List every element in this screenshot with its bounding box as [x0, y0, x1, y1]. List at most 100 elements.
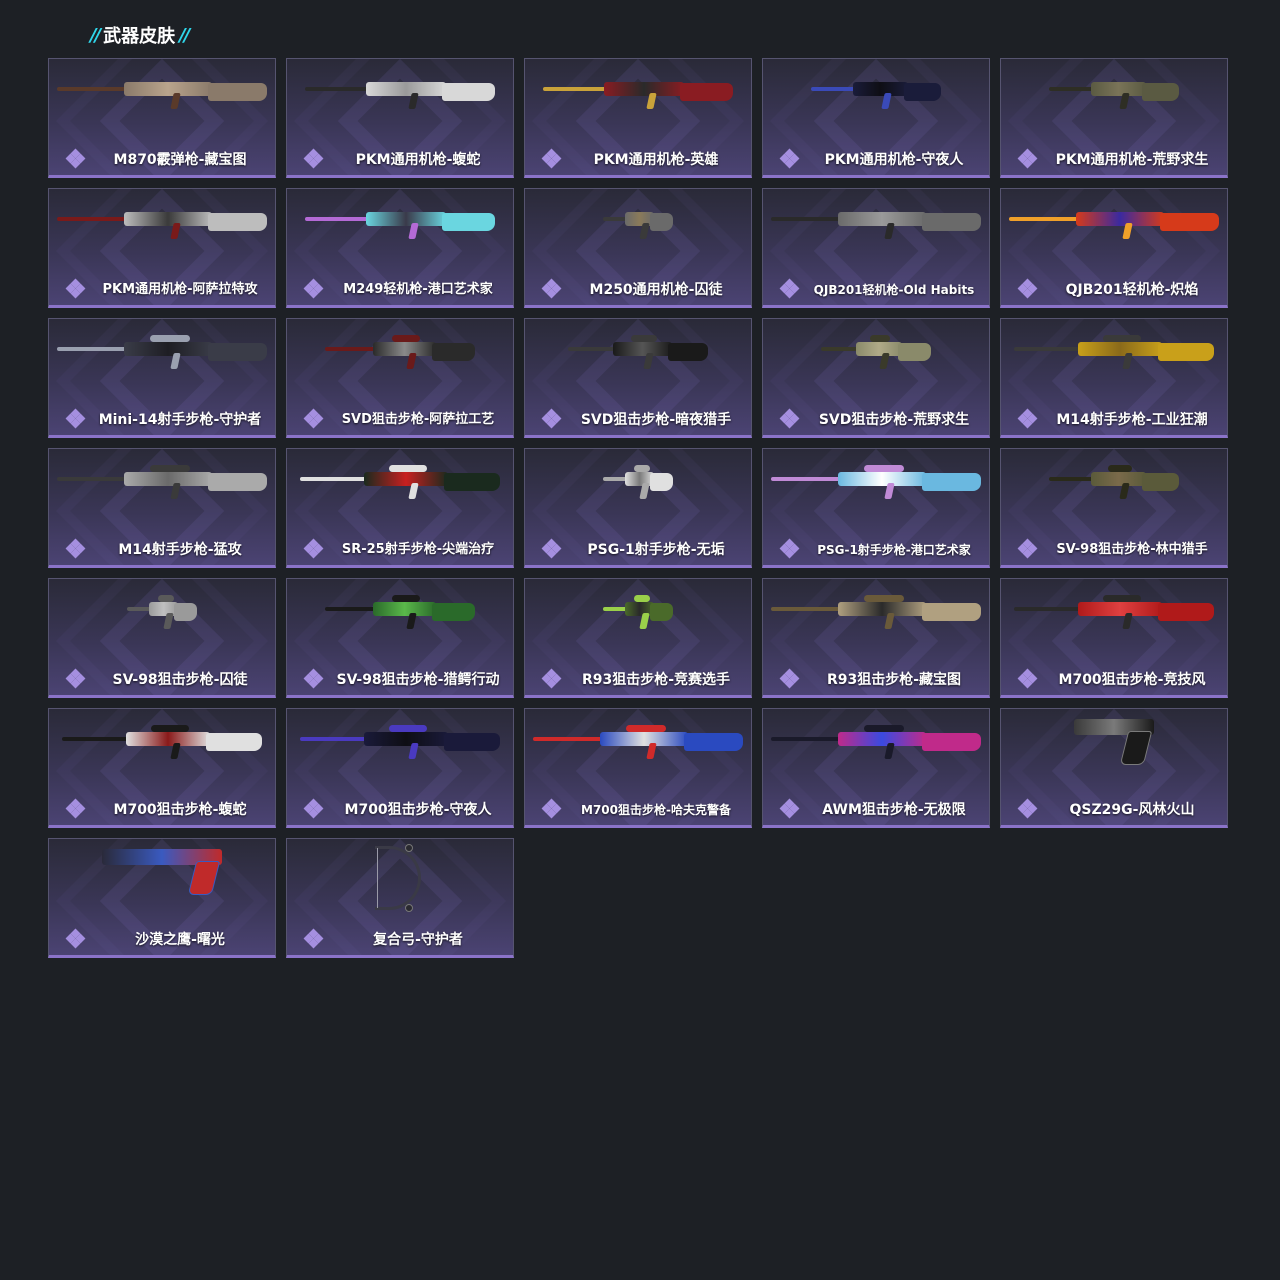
skin-card[interactable]: SVD狙击步枪-暗夜猎手	[524, 318, 752, 438]
skin-card[interactable]: PKM通用机枪-阿萨拉特攻	[48, 188, 276, 308]
rarity-diamond-icon	[779, 538, 800, 559]
skin-card[interactable]: QSZ29G-风林火山	[1000, 708, 1228, 828]
skin-card[interactable]: M250通用机枪-囚徒	[524, 188, 752, 308]
skin-card[interactable]: QJB201轻机枪-炽焰	[1000, 188, 1228, 308]
skin-card[interactable]: M700狙击步枪-哈夫克警备	[524, 708, 752, 828]
machine-gun-icon	[543, 79, 733, 111]
skin-name: R93狙击步枪-竞赛选手	[581, 672, 731, 688]
skin-card[interactable]: AWM狙击步枪-无极限	[762, 708, 990, 828]
section-header: // 武器皮肤 //	[90, 22, 190, 48]
sniper-rifle-icon	[603, 465, 673, 501]
rifle-icon	[57, 335, 267, 371]
sniper-rifle-icon	[127, 595, 197, 631]
skin-name: M250通用机枪-囚徒	[589, 282, 723, 298]
rarity-diamond-icon	[65, 668, 86, 689]
rifle-icon	[1014, 335, 1214, 371]
skin-card[interactable]: Mini-14射手步枪-守护者	[48, 318, 276, 438]
skin-name: M700狙击步枪-守夜人	[344, 802, 492, 818]
skin-card[interactable]: SV-98狙击步枪-林中猎手	[1000, 448, 1228, 568]
skin-name: 沙漠之鹰-曙光	[135, 932, 225, 948]
rarity-diamond-icon	[779, 668, 800, 689]
skin-name: SV-98狙击步枪-猎鳄行动	[336, 672, 500, 688]
sniper-rifle-icon	[325, 335, 475, 371]
skin-card[interactable]: M870霰弹枪-藏宝图	[48, 58, 276, 178]
skin-grid: M870霰弹枪-藏宝图 PKM通用机枪-蝮蛇 PKM通用机枪-英雄 PKM通用机枪-守…	[48, 58, 1228, 958]
sniper-rifle-icon	[1014, 595, 1214, 631]
skin-name: SVD狙击步枪-荒野求生	[818, 412, 970, 428]
skin-card[interactable]: SV-98狙击步枪-猎鳄行动	[286, 578, 514, 698]
skin-name: R93狙击步枪-藏宝图	[826, 672, 962, 688]
sniper-rifle-icon	[300, 725, 500, 761]
skin-name: SVD狙击步枪-阿萨拉工艺	[341, 412, 495, 427]
skin-card[interactable]: M14射手步枪-工业狂潮	[1000, 318, 1228, 438]
rarity-diamond-icon	[541, 798, 562, 819]
skin-name: SVD狙击步枪-暗夜猎手	[580, 412, 732, 428]
skin-name: M700狙击步枪-蝮蛇	[113, 802, 247, 818]
machine-gun-icon	[811, 79, 941, 111]
skin-card[interactable]: M700狙击步枪-守夜人	[286, 708, 514, 828]
skin-name: PKM通用机枪-荒野求生	[1055, 152, 1209, 168]
skin-name: PSG-1射手步枪-港口艺术家	[817, 543, 971, 557]
rarity-diamond-icon	[303, 538, 324, 559]
pistol-icon	[1074, 719, 1154, 779]
skin-name: PKM通用机枪-守夜人	[824, 152, 964, 168]
skin-card[interactable]: 沙漠之鹰-曙光	[48, 838, 276, 958]
rarity-diamond-icon	[303, 668, 324, 689]
sniper-rifle-icon	[771, 595, 981, 631]
rarity-diamond-icon	[541, 148, 562, 169]
skin-card[interactable]: M700狙击步枪-竞技风	[1000, 578, 1228, 698]
skin-name: AWM狙击步枪-无极限	[822, 802, 966, 818]
skin-card[interactable]: R93狙击步枪-藏宝图	[762, 578, 990, 698]
rifle-icon	[300, 465, 500, 501]
slash-decoration-icon: //	[179, 24, 190, 46]
rarity-diamond-icon	[303, 408, 324, 429]
skin-card[interactable]: PSG-1射手步枪-无垢	[524, 448, 752, 568]
rarity-diamond-icon	[541, 278, 562, 299]
skin-card[interactable]: PKM通用机枪-英雄	[524, 58, 752, 178]
skin-name: M700狙击步枪-竞技风	[1058, 672, 1206, 688]
skin-card[interactable]: PKM通用机枪-荒野求生	[1000, 58, 1228, 178]
sniper-rifle-icon	[1049, 465, 1179, 501]
rarity-diamond-icon	[303, 798, 324, 819]
skin-name: QSZ29G-风林火山	[1069, 802, 1195, 818]
skin-name: QJB201轻机枪-Old Habits	[813, 283, 975, 297]
skin-name: PKM通用机枪-阿萨拉特攻	[102, 282, 258, 297]
skin-name: SV-98狙击步枪-林中猎手	[1056, 542, 1208, 557]
skin-card[interactable]: 复合弓-守护者	[286, 838, 514, 958]
rarity-diamond-icon	[541, 668, 562, 689]
rarity-diamond-icon	[65, 278, 86, 299]
sniper-rifle-icon	[325, 595, 475, 631]
skin-card[interactable]: PKM通用机枪-蝮蛇	[286, 58, 514, 178]
skin-card[interactable]: PKM通用机枪-守夜人	[762, 58, 990, 178]
pistol-icon	[102, 849, 222, 909]
bow-icon	[365, 844, 435, 914]
rarity-diamond-icon	[779, 278, 800, 299]
rarity-diamond-icon	[65, 408, 86, 429]
skin-card[interactable]: SVD狙击步枪-荒野求生	[762, 318, 990, 438]
skin-card[interactable]: M14射手步枪-猛攻	[48, 448, 276, 568]
skin-card[interactable]: SV-98狙击步枪-囚徒	[48, 578, 276, 698]
rarity-diamond-icon	[541, 538, 562, 559]
rarity-diamond-icon	[1017, 538, 1038, 559]
rarity-diamond-icon	[1017, 798, 1038, 819]
skin-name: Mini-14射手步枪-守护者	[98, 412, 262, 428]
skin-card[interactable]: SVD狙击步枪-阿萨拉工艺	[286, 318, 514, 438]
sniper-rifle-icon	[771, 725, 981, 761]
machine-gun-icon	[771, 209, 981, 241]
skin-card[interactable]: PSG-1射手步枪-港口艺术家	[762, 448, 990, 568]
skin-card[interactable]: R93狙击步枪-竞赛选手	[524, 578, 752, 698]
skin-name: PKM通用机枪-英雄	[593, 152, 719, 168]
sniper-rifle-icon	[568, 335, 708, 371]
skin-card[interactable]: M700狙击步枪-蝮蛇	[48, 708, 276, 828]
sniper-rifle-icon	[533, 725, 743, 761]
skin-card[interactable]: SR-25射手步枪-尖端治疗	[286, 448, 514, 568]
skin-name: M14射手步枪-工业狂潮	[1056, 412, 1208, 428]
skin-card[interactable]: QJB201轻机枪-Old Habits	[762, 188, 990, 308]
rarity-diamond-icon	[65, 798, 86, 819]
machine-gun-icon	[1049, 79, 1179, 111]
machine-gun-icon	[603, 209, 673, 241]
sniper-rifle-icon	[771, 465, 981, 501]
skin-name: PSG-1射手步枪-无垢	[587, 542, 725, 558]
sniper-rifle-icon	[821, 335, 931, 371]
skin-card[interactable]: M249轻机枪-港口艺术家	[286, 188, 514, 308]
